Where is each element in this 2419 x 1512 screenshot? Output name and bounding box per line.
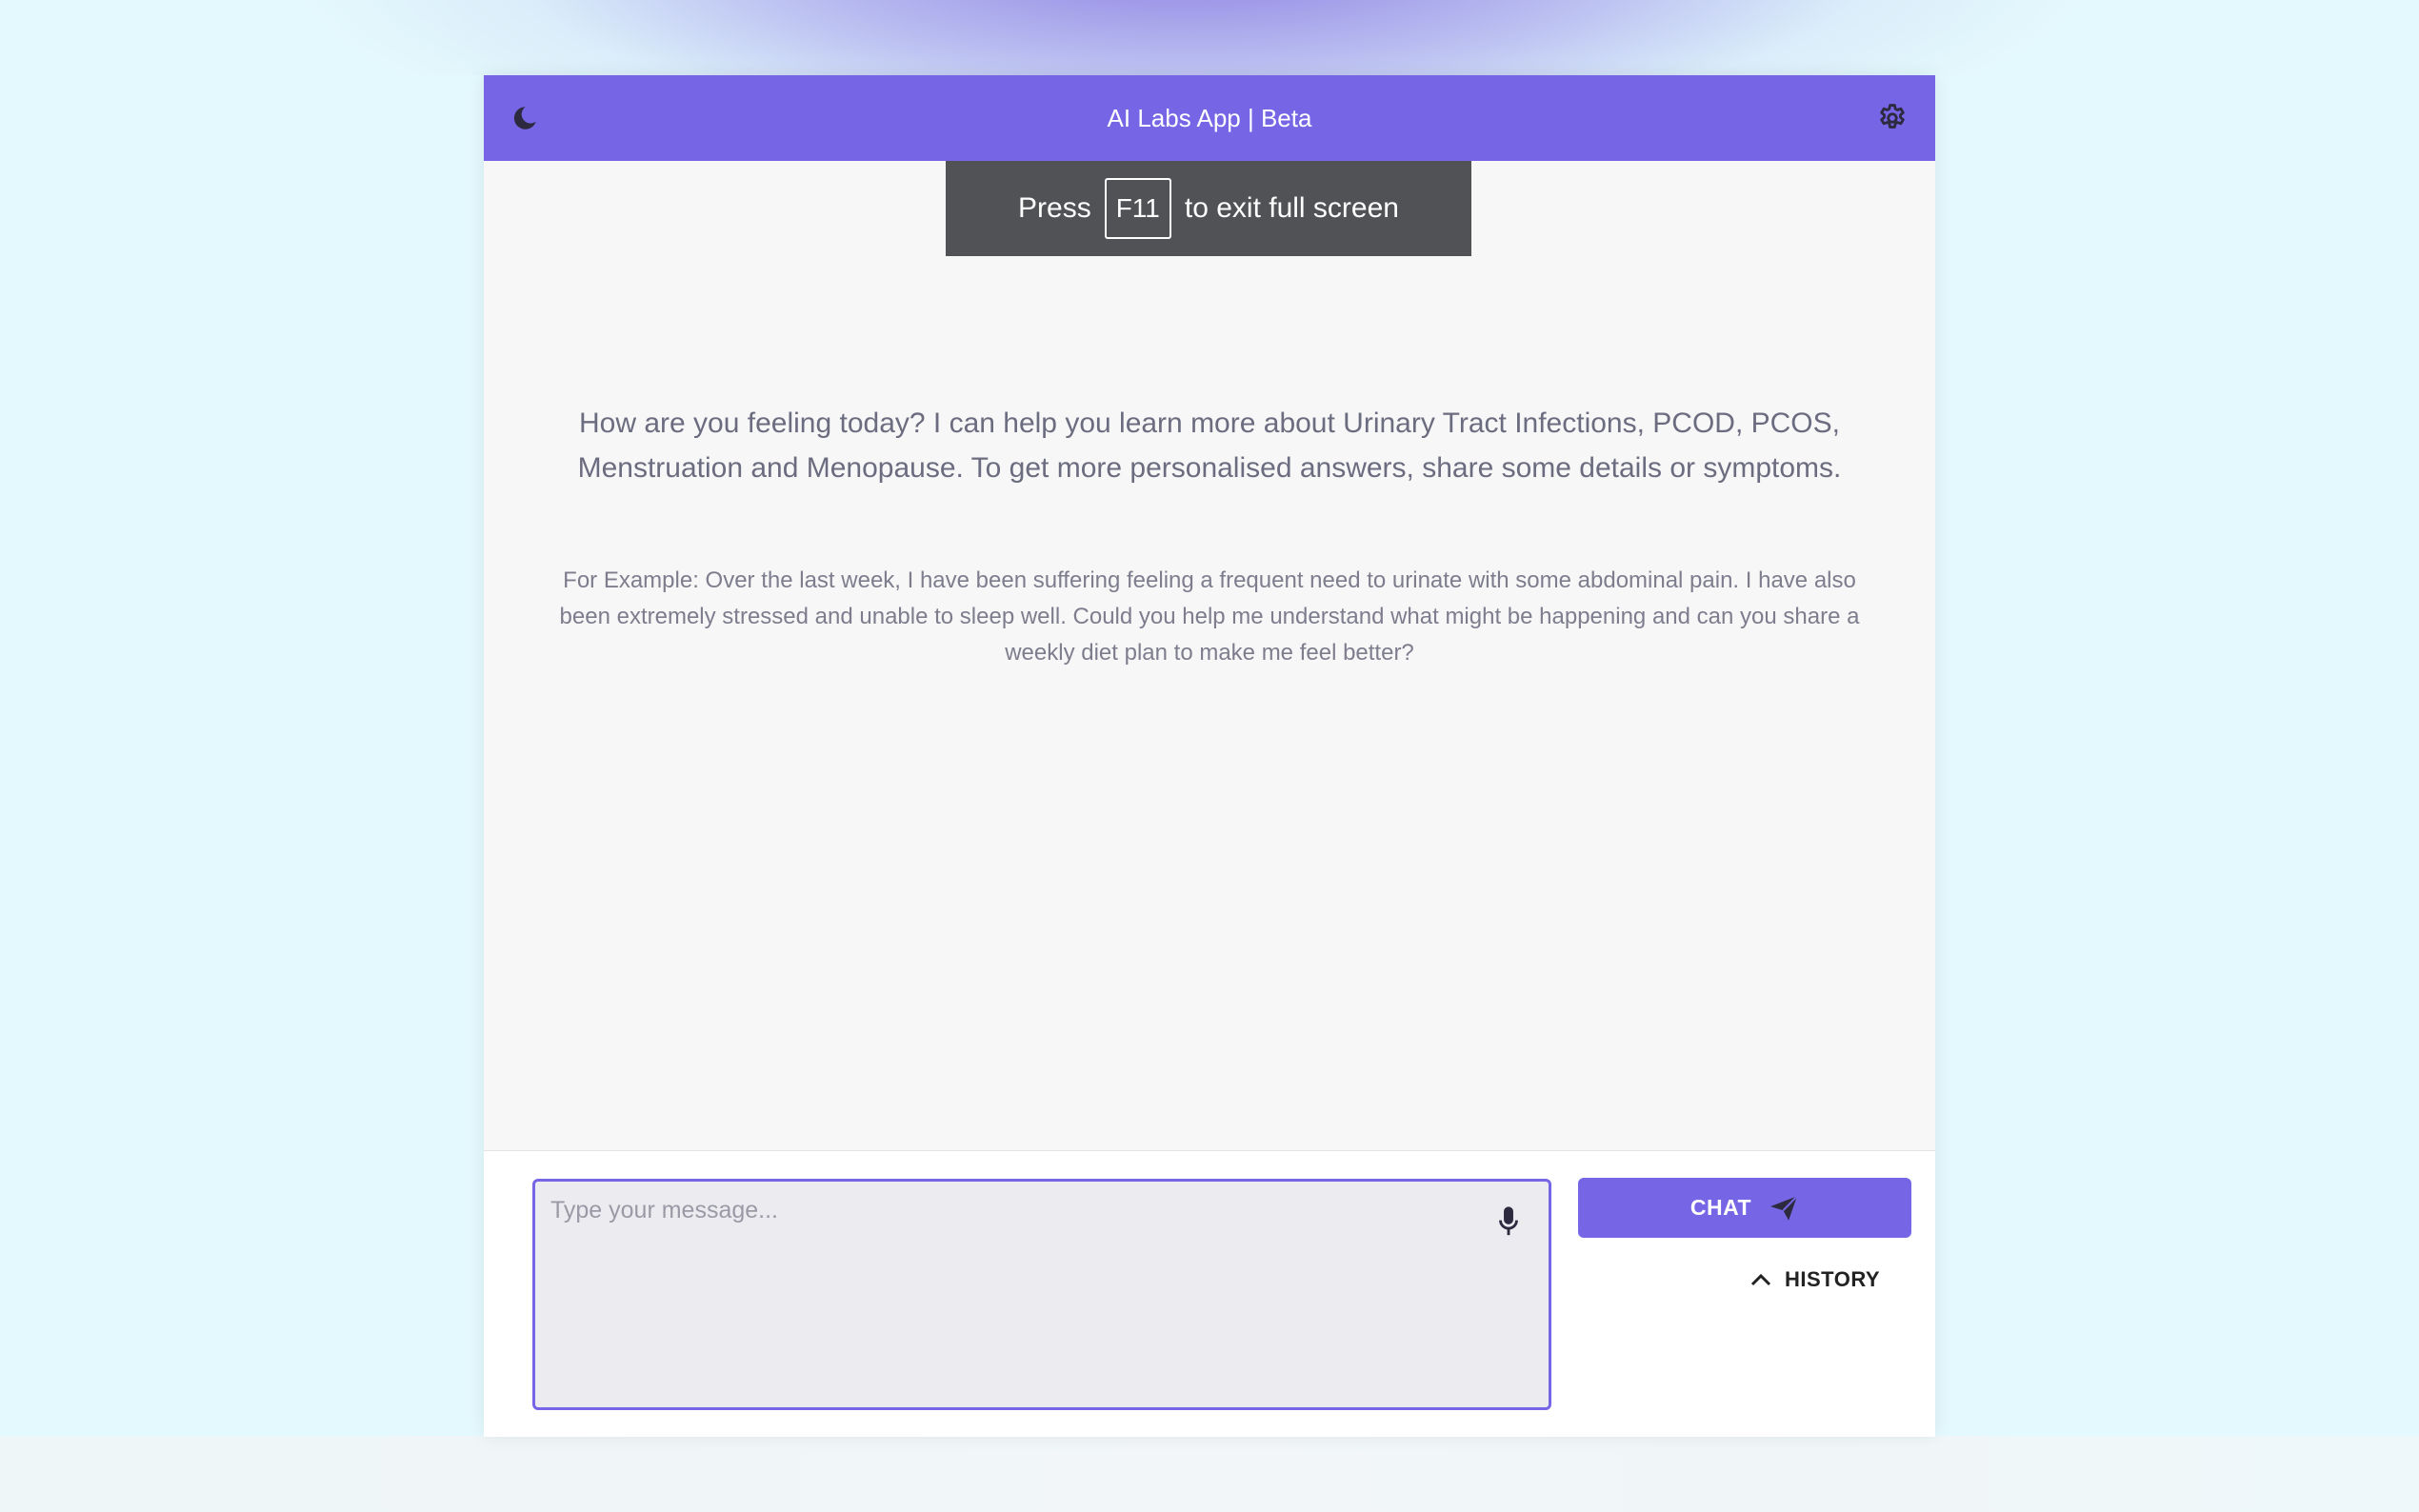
chat-button-label: CHAT — [1689, 1195, 1752, 1220]
welcome-message: How are you feeling today? I can help yo… — [577, 408, 1842, 484]
app-header: AI Labs App | Beta — [484, 75, 1935, 161]
gear-icon — [1880, 104, 1905, 129]
fullscreen-notice-suffix: to exit full screen — [1184, 192, 1399, 224]
chevron-up-icon — [1750, 1273, 1771, 1286]
background-top-glow — [0, 0, 2419, 75]
fullscreen-notice-prefix: Press — [1018, 192, 1091, 224]
voice-input-button[interactable] — [1493, 1203, 1524, 1241]
message-input[interactable] — [549, 1195, 1467, 1389]
composer-panel: CHAT HISTORY — [484, 1150, 1935, 1437]
example-prompt: For Example: Over the last week, I have … — [559, 567, 1860, 666]
settings-button[interactable] — [1872, 98, 1912, 138]
chat-button[interactable]: CHAT — [1578, 1178, 1911, 1238]
fullscreen-notice: Press F11 to exit full screen — [946, 161, 1471, 256]
background-bottom-band — [0, 1436, 2419, 1512]
history-label: HISTORY — [1785, 1267, 1881, 1291]
message-box — [532, 1179, 1551, 1410]
app-window: AI Labs App | Beta Press F11 to exit ful… — [484, 75, 1935, 1437]
fullscreen-key-badge: F11 — [1104, 178, 1171, 239]
history-toggle[interactable]: HISTORY — [1750, 1261, 1880, 1299]
paper-plane-icon — [1770, 1195, 1798, 1221]
app-title: AI Labs App | Beta — [1107, 104, 1312, 132]
microphone-icon — [1499, 1206, 1518, 1236]
